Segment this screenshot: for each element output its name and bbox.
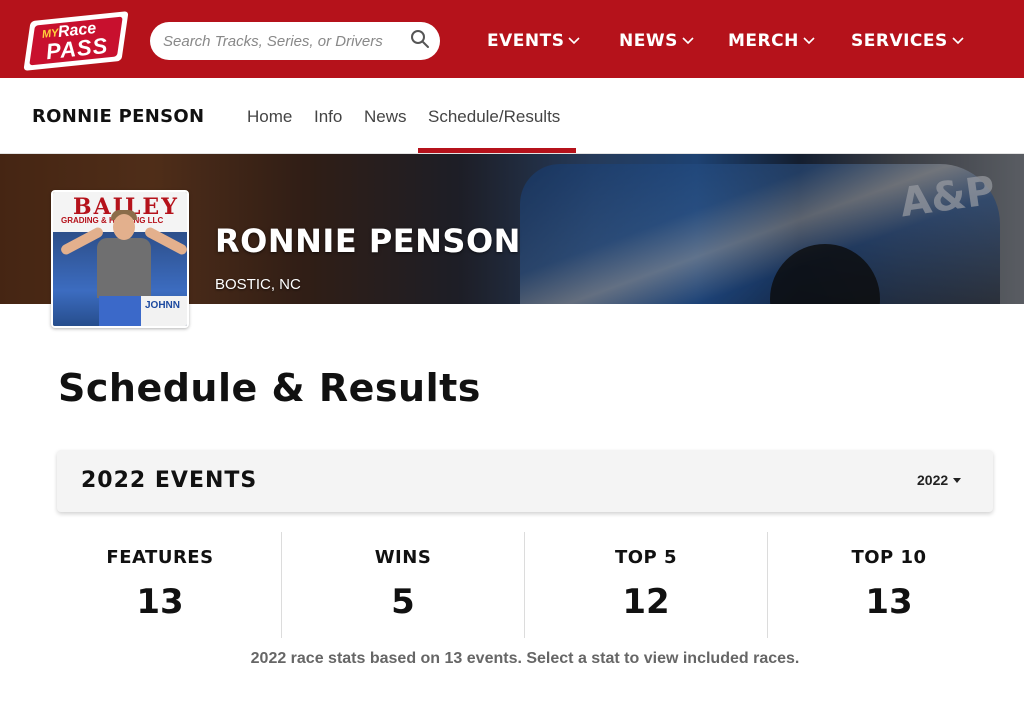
subnav-info[interactable]: Info bbox=[314, 107, 342, 127]
search-box bbox=[150, 22, 440, 60]
stat-features[interactable]: FEATURES 13 bbox=[39, 532, 281, 638]
stat-top-10[interactable]: TOP 10 13 bbox=[768, 532, 1010, 638]
photo-shirt bbox=[97, 238, 151, 298]
nav-events[interactable]: EVENTS bbox=[487, 30, 581, 52]
year-dropdown[interactable]: 2022 bbox=[917, 472, 962, 488]
subnav-news[interactable]: News bbox=[364, 107, 407, 127]
photo-head bbox=[113, 214, 135, 240]
chevron-down-icon bbox=[568, 37, 581, 45]
stat-value: 5 bbox=[391, 582, 415, 622]
nav-news-label: NEWS bbox=[619, 31, 678, 51]
driver-avatar: BAILEY GRADING & HAULING LLC JOHNN bbox=[51, 190, 189, 328]
stats-note: 2022 race stats based on 13 events. Sele… bbox=[250, 650, 800, 667]
stat-label: TOP 10 bbox=[851, 547, 927, 568]
nav-services[interactable]: SERVICES bbox=[851, 30, 964, 52]
driver-name-title: RONNIE PENSON bbox=[32, 106, 205, 127]
chevron-down-icon bbox=[952, 37, 964, 45]
search-icon[interactable] bbox=[410, 29, 430, 49]
stat-value: 12 bbox=[622, 582, 670, 622]
stat-top-5[interactable]: TOP 5 12 bbox=[525, 532, 767, 638]
year-dropdown-label: 2022 bbox=[917, 472, 949, 488]
driver-subnav: RONNIE PENSON Home Info News Schedule/Re… bbox=[0, 78, 1024, 154]
events-header-bar: 2022 EVENTS 2022 bbox=[57, 450, 993, 512]
stat-value: 13 bbox=[865, 582, 913, 622]
subnav-home[interactable]: Home bbox=[247, 107, 292, 127]
myracepass-logo[interactable]: MY Race PASS bbox=[23, 11, 129, 71]
events-title: 2022 EVENTS bbox=[81, 468, 258, 493]
stat-label: TOP 5 bbox=[614, 547, 678, 568]
nav-merch[interactable]: MERCH bbox=[728, 30, 815, 52]
driver-name: RONNIE PENSON bbox=[215, 222, 521, 260]
photo-car-decal-text: JOHNN bbox=[145, 300, 181, 311]
driver-location: BOSTIC, NC bbox=[215, 276, 301, 293]
stat-label: FEATURES bbox=[106, 547, 214, 568]
chevron-down-icon bbox=[682, 37, 694, 45]
nav-events-label: EVENTS bbox=[487, 31, 565, 51]
stat-label: WINS bbox=[374, 547, 432, 568]
page-title: Schedule & Results bbox=[58, 366, 481, 410]
subnav-schedule-results[interactable]: Schedule/Results bbox=[428, 107, 560, 127]
nav-news[interactable]: NEWS bbox=[619, 30, 694, 52]
stat-wins[interactable]: WINS 5 bbox=[282, 532, 524, 638]
active-tab-indicator bbox=[418, 148, 576, 153]
nav-services-label: SERVICES bbox=[851, 31, 948, 51]
stat-value: 13 bbox=[136, 582, 184, 622]
top-navbar: MY Race PASS EVENTS NEWS MERCH SERVICES bbox=[0, 0, 1024, 78]
search-input[interactable] bbox=[163, 30, 403, 52]
nav-merch-label: MERCH bbox=[728, 31, 799, 51]
chevron-down-icon bbox=[803, 37, 815, 45]
caret-down-icon bbox=[953, 477, 962, 483]
